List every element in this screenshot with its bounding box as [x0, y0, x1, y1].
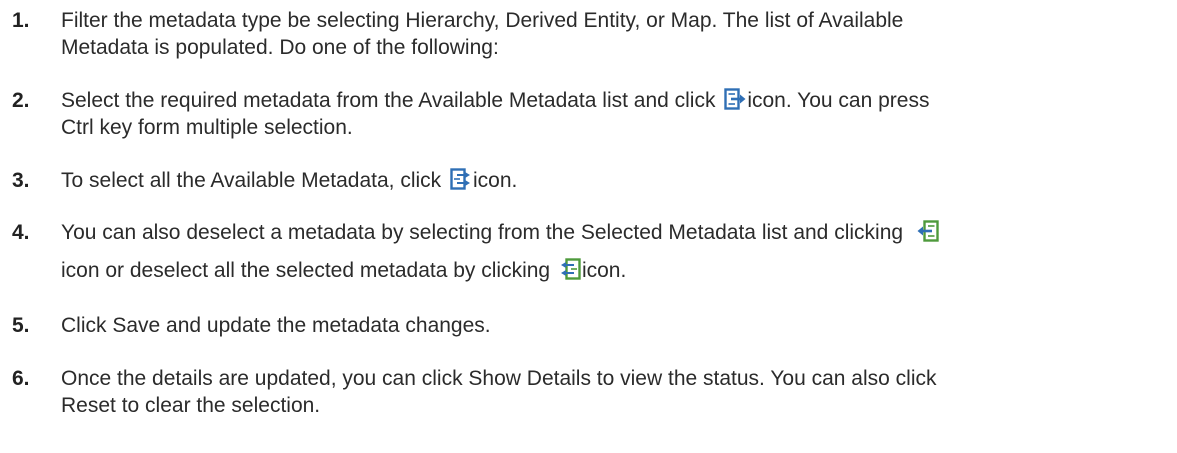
step-number: 4. [12, 221, 30, 244]
move-selected-left-icon [917, 220, 939, 242]
step-line: Reset to clear the selection. [61, 394, 321, 417]
step-line: Click Save and update the metadata chang… [61, 314, 491, 337]
step-text-segment: You can also deselect a metadata by sele… [61, 221, 909, 244]
step-number: 3. [12, 169, 30, 192]
step-line: Filter the metadata type be selecting Hi… [61, 9, 904, 32]
step-text-segment: icon. [581, 259, 627, 282]
step-text-segment: icon. [473, 169, 518, 192]
step-number: 5. [12, 314, 30, 337]
step-line: You can also deselect a metadata by sele… [61, 219, 1166, 246]
step-line: Select the required metadata from the Av… [61, 87, 1166, 114]
step-text: You can also deselect a metadata by sele… [61, 219, 1166, 284]
step-number: 6. [12, 367, 30, 390]
step-text: Click Save and update the metadata chang… [61, 312, 1166, 339]
step-text-segment: icon. You can press [747, 89, 930, 112]
step-line: Once the details are updated, you can cl… [61, 367, 937, 390]
step-line: icon or deselect all the selected metada… [61, 257, 1166, 284]
step-text-segment: icon or deselect all the selected metada… [61, 259, 556, 282]
step-line: To select all the Available Metadata, cl… [61, 167, 1166, 194]
step-text: Select the required metadata from the Av… [61, 87, 1166, 141]
step-line: Ctrl key form multiple selection. [61, 116, 353, 139]
step-number: 1. [12, 9, 30, 32]
step-line: Metadata is populated. Do one of the fol… [61, 36, 499, 59]
step-text-segment: To select all the Available Metadata, cl… [61, 169, 447, 192]
move-selected-right-icon [724, 88, 746, 110]
move-all-left-icon [559, 258, 581, 280]
step-text: To select all the Available Metadata, cl… [61, 167, 1166, 194]
step-text: Once the details are updated, you can cl… [61, 365, 1166, 419]
move-all-right-icon [450, 168, 472, 190]
step-text-segment: Select the required metadata from the Av… [61, 89, 722, 112]
instructions-page: 1. Filter the metadata type be selecting… [0, 0, 1177, 453]
step-text: Filter the metadata type be selecting Hi… [61, 7, 1166, 61]
step-number: 2. [12, 89, 30, 112]
